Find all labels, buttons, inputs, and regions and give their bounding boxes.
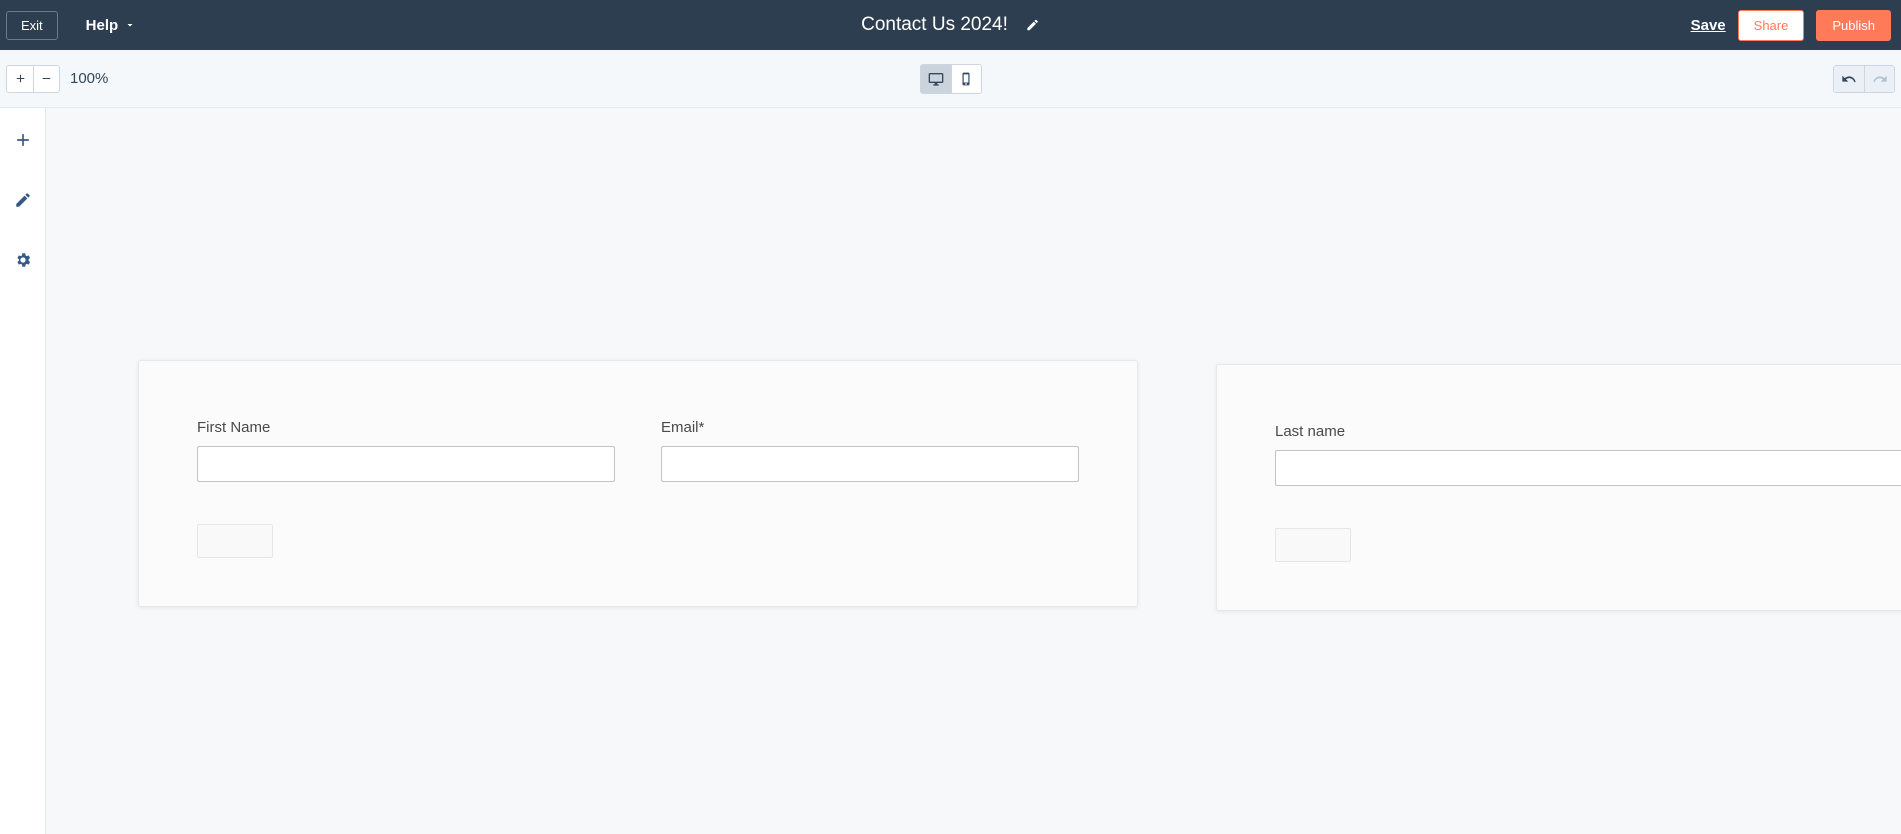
pencil-icon: [14, 191, 32, 209]
history-group: [1833, 65, 1895, 93]
canvas[interactable]: First Name Email* Last name: [46, 108, 1901, 834]
chevron-down-icon: [124, 19, 136, 31]
add-element-button[interactable]: [11, 128, 35, 152]
email-field: Email*: [661, 419, 1079, 482]
email-label: Email*: [661, 419, 1079, 436]
zoom-level: 100%: [70, 70, 108, 87]
first-name-label: First Name: [197, 419, 615, 436]
editor-toolbar: 100%: [0, 50, 1901, 108]
email-input[interactable]: [661, 446, 1079, 482]
form-row: First Name Email*: [197, 419, 1079, 482]
exit-button[interactable]: Exit: [6, 11, 58, 40]
undo-icon: [1841, 71, 1857, 87]
desktop-view-button[interactable]: [921, 65, 951, 93]
mobile-icon: [959, 72, 973, 86]
mobile-view-button[interactable]: [951, 65, 981, 93]
pencil-icon[interactable]: [1026, 18, 1040, 32]
toolbar-left: 100%: [6, 65, 108, 93]
form-step-2[interactable]: Last name: [1216, 364, 1901, 611]
zoom-group: [6, 65, 60, 93]
last-name-field: Last name: [1275, 423, 1901, 486]
help-label: Help: [86, 17, 119, 34]
submit-button-placeholder[interactable]: [1275, 528, 1351, 562]
header-left: Exit Help: [6, 11, 136, 40]
gear-icon: [14, 251, 32, 269]
plus-icon: [14, 72, 27, 85]
first-name-input[interactable]: [197, 446, 615, 482]
zoom-in-button[interactable]: [7, 66, 33, 92]
save-link[interactable]: Save: [1691, 17, 1726, 34]
header-right: Save Share Publish: [1691, 10, 1895, 41]
help-menu[interactable]: Help: [86, 17, 137, 34]
left-sidebar: [0, 108, 46, 834]
redo-icon: [1872, 71, 1888, 87]
undo-button[interactable]: [1834, 66, 1864, 92]
header-center: Contact Us 2024!: [861, 14, 1040, 36]
last-name-label: Last name: [1275, 423, 1901, 440]
form-step-1[interactable]: First Name Email*: [138, 360, 1138, 607]
submit-button-placeholder[interactable]: [197, 524, 273, 558]
publish-button[interactable]: Publish: [1816, 10, 1891, 41]
workspace: First Name Email* Last name: [0, 108, 1901, 834]
last-name-input[interactable]: [1275, 450, 1901, 486]
redo-button[interactable]: [1864, 66, 1894, 92]
page-title: Contact Us 2024!: [861, 14, 1008, 36]
edit-button[interactable]: [11, 188, 35, 212]
minus-icon: [40, 72, 53, 85]
settings-button[interactable]: [11, 248, 35, 272]
plus-icon: [13, 130, 33, 150]
desktop-icon: [928, 71, 944, 87]
share-button[interactable]: Share: [1738, 10, 1805, 41]
first-name-field: First Name: [197, 419, 615, 482]
zoom-out-button[interactable]: [33, 66, 59, 92]
top-header: Exit Help Contact Us 2024! Save Share Pu…: [0, 0, 1901, 50]
device-toggle: [920, 64, 982, 94]
